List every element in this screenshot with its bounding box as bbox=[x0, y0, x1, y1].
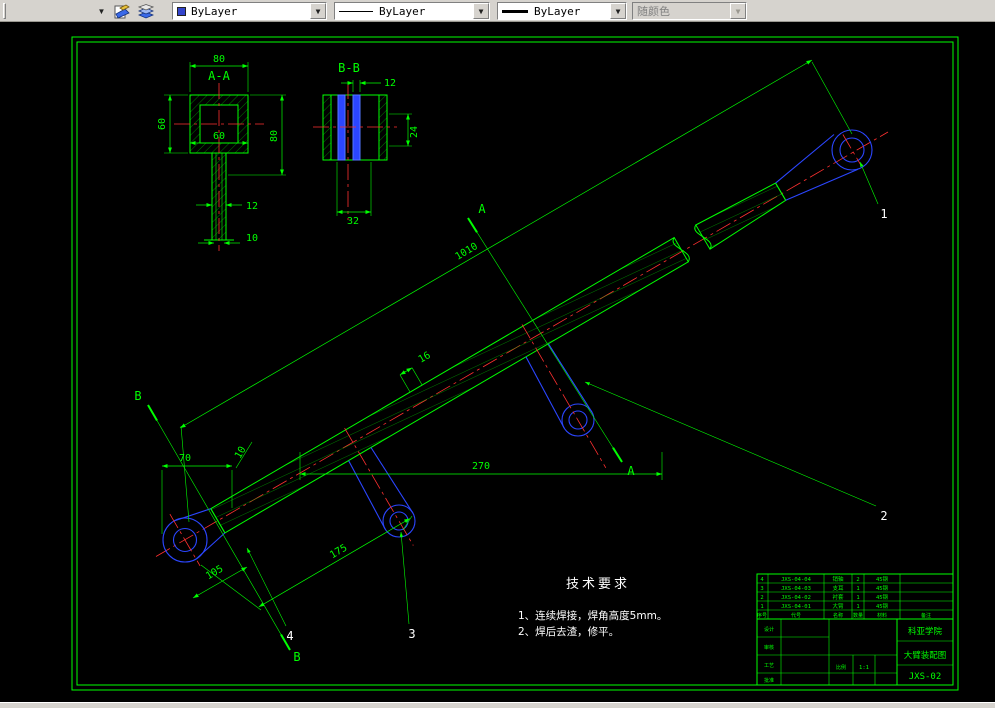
section-arrow-label-a: A bbox=[478, 202, 486, 216]
svg-text:16: 16 bbox=[417, 350, 433, 366]
toolbar-grip[interactable] bbox=[3, 3, 6, 19]
chevron-down-icon: ▼ bbox=[730, 3, 746, 19]
svg-text:名称: 名称 bbox=[833, 612, 843, 619]
svg-text:支耳: 支耳 bbox=[832, 584, 844, 592]
svg-text:2: 2 bbox=[856, 577, 859, 583]
svg-text:大臂: 大臂 bbox=[832, 602, 844, 610]
svg-text:JXS-04-04: JXS-04-04 bbox=[781, 577, 811, 583]
svg-text:1: 1 bbox=[856, 604, 859, 610]
svg-text:衬套: 衬套 bbox=[832, 593, 844, 601]
dim-aa-right: 80 bbox=[269, 130, 280, 142]
svg-text:JXS-04-03: JXS-04-03 bbox=[781, 586, 811, 592]
svg-text:批准: 批准 bbox=[764, 677, 774, 684]
dim-175: 175 bbox=[200, 515, 413, 611]
svg-text:数量: 数量 bbox=[853, 612, 863, 619]
svg-text:JXS-04-02: JXS-04-02 bbox=[781, 595, 811, 601]
svg-text:销轴: 销轴 bbox=[832, 575, 844, 583]
svg-text:45钢: 45钢 bbox=[876, 593, 889, 601]
cutting-plane-b: B B bbox=[134, 389, 300, 664]
technical-requirements: 技术要求 1、连续焊接，焊角高度5mm。 2、焊后去渣，修平。 bbox=[518, 577, 667, 638]
window-bottom-edge bbox=[0, 702, 995, 708]
dim-aa-left: 60 bbox=[157, 118, 168, 130]
cad-application-window: ▼ ByLayer ▼ ByLayer ▼ ByLayer ▼ 随颜色 ▼ A-… bbox=[0, 0, 995, 708]
chevron-down-icon[interactable]: ▼ bbox=[310, 3, 326, 19]
plotstyle-combo[interactable]: 随颜色 ▼ bbox=[632, 2, 747, 20]
drawing-number: JXS-02 bbox=[909, 672, 942, 682]
svg-text:175: 175 bbox=[328, 543, 349, 562]
dim-aa-stem-i: 10 bbox=[246, 233, 258, 244]
svg-text:2: 2 bbox=[760, 595, 763, 601]
svg-text:45钢: 45钢 bbox=[876, 575, 889, 583]
parts-list: 4 JXS-04-04 销轴 2 45钢 3 JXS-04-03 支耳 1 45… bbox=[757, 575, 931, 619]
svg-text:45钢: 45钢 bbox=[876, 584, 889, 592]
upper-lug bbox=[775, 129, 873, 201]
linetype-combo[interactable]: ByLayer ▼ bbox=[334, 2, 490, 20]
toolbar-flyout-button[interactable]: ▼ bbox=[94, 4, 109, 18]
tech-req-line-1: 1、连续焊接，焊角高度5mm。 bbox=[518, 609, 667, 622]
section-arrow-label-a: A bbox=[627, 464, 635, 478]
title-block: 4 JXS-04-04 销轴 2 45钢 3 JXS-04-03 支耳 1 45… bbox=[756, 573, 954, 686]
properties-toolbar: ▼ ByLayer ▼ ByLayer ▼ ByLayer ▼ 随颜色 ▼ bbox=[0, 0, 995, 22]
layer-translate-icon[interactable] bbox=[112, 3, 132, 19]
balloon-2: 2 bbox=[880, 509, 887, 523]
svg-text:1: 1 bbox=[856, 595, 859, 601]
section-arrow-label-b: B bbox=[293, 650, 300, 664]
svg-text:1010: 1010 bbox=[454, 241, 480, 263]
dim-105: 105 bbox=[192, 564, 248, 599]
scale-value: 1:1 bbox=[859, 665, 869, 671]
cad-drawing-svg: A-A 80 60 80 60 12 10 B-B 12 24 32 A A B… bbox=[71, 36, 959, 691]
layer-states-icon[interactable] bbox=[136, 3, 156, 19]
svg-text:序号: 序号 bbox=[757, 612, 767, 619]
drawing-title: 大臂装配图 bbox=[904, 650, 947, 661]
section-label-aa: A-A bbox=[208, 69, 230, 83]
current-color-swatch bbox=[177, 6, 186, 16]
dim-bb-w: 12 bbox=[384, 78, 396, 89]
lineweight-combo[interactable]: ByLayer ▼ bbox=[497, 2, 627, 20]
svg-text:70: 70 bbox=[179, 453, 191, 464]
chevron-down-icon[interactable]: ▼ bbox=[473, 3, 489, 19]
svg-text:比例: 比例 bbox=[836, 664, 846, 671]
lineweight-combo-value: ByLayer bbox=[534, 4, 581, 18]
svg-text:1: 1 bbox=[856, 586, 859, 592]
drawing-canvas[interactable]: A-A 80 60 80 60 12 10 B-B 12 24 32 A A B… bbox=[0, 22, 995, 702]
svg-text:10: 10 bbox=[233, 445, 249, 461]
dim-bb-h: 24 bbox=[409, 126, 420, 138]
tech-req-title: 技术要求 bbox=[566, 577, 630, 592]
svg-text:45钢: 45钢 bbox=[876, 602, 889, 610]
linetype-combo-value: ByLayer bbox=[379, 4, 426, 18]
dim-10: 10 bbox=[233, 441, 253, 469]
section-arrow-label-b: B bbox=[134, 389, 141, 403]
svg-text:材料: 材料 bbox=[877, 612, 887, 619]
svg-text:审核: 审核 bbox=[764, 644, 774, 651]
balloon-4: 4 bbox=[286, 629, 293, 643]
lineweight-sample-icon bbox=[502, 9, 528, 13]
balloon-1: 1 bbox=[880, 207, 887, 221]
chevron-down-icon[interactable]: ▼ bbox=[610, 3, 626, 19]
svg-text:设计: 设计 bbox=[764, 626, 774, 633]
dim-aa-inner: 60 bbox=[213, 131, 225, 142]
svg-text:270: 270 bbox=[472, 461, 490, 472]
plotstyle-combo-value: 随颜色 bbox=[637, 5, 670, 18]
svg-text:1: 1 bbox=[760, 604, 763, 610]
svg-text:代号: 代号 bbox=[791, 612, 801, 619]
svg-text:3: 3 bbox=[760, 586, 763, 592]
dim-bb-total: 32 bbox=[347, 216, 359, 227]
tech-req-line-2: 2、焊后去渣，修平。 bbox=[518, 625, 619, 638]
dim-aa-stem-w: 12 bbox=[246, 201, 258, 212]
svg-text:105: 105 bbox=[204, 564, 225, 583]
balloon-3: 3 bbox=[408, 627, 415, 641]
section-view-a-a: A-A 80 60 80 60 12 10 bbox=[157, 54, 286, 251]
color-combo[interactable]: ByLayer ▼ bbox=[172, 2, 327, 20]
company-name: 科亚学院 bbox=[908, 626, 943, 637]
svg-text:JXS-04-01: JXS-04-01 bbox=[781, 604, 811, 610]
svg-text:备注: 备注 bbox=[921, 612, 931, 619]
section-label-bb: B-B bbox=[338, 61, 360, 75]
svg-text:工艺: 工艺 bbox=[764, 663, 774, 669]
linetype-sample-icon bbox=[339, 10, 373, 12]
section-view-b-b: B-B 12 24 32 bbox=[313, 61, 420, 227]
dim-aa-top: 80 bbox=[213, 54, 225, 65]
svg-text:4: 4 bbox=[760, 577, 764, 583]
color-combo-value: ByLayer bbox=[191, 4, 238, 18]
